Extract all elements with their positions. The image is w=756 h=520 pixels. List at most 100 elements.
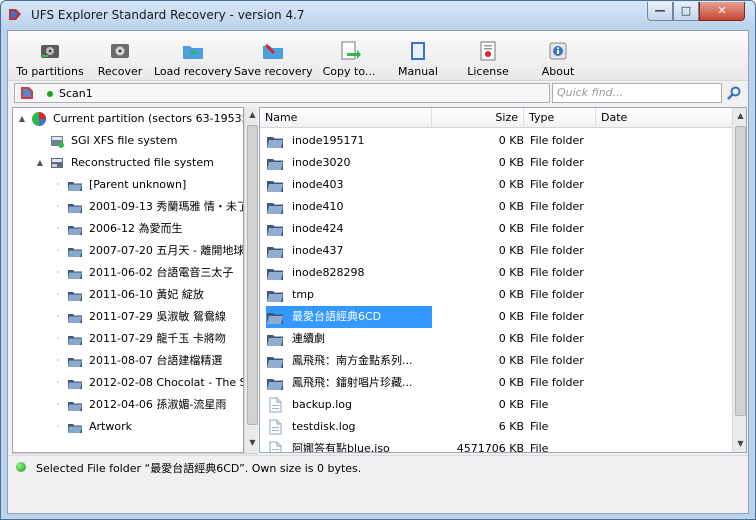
column-name[interactable]: Name bbox=[260, 108, 432, 128]
column-type[interactable]: Type bbox=[524, 108, 596, 128]
tree-item[interactable]: · 2011-07-29 龍千玉 卡將吻 bbox=[13, 328, 243, 350]
table-row[interactable]: inode437 0 KB File folder bbox=[260, 240, 732, 262]
table-row[interactable]: testdisk.log 6 KB File bbox=[260, 416, 732, 438]
row-name-cell[interactable]: inode424 bbox=[266, 218, 432, 240]
folder-icon bbox=[68, 336, 82, 345]
table-row[interactable]: inode424 0 KB File folder bbox=[260, 218, 732, 240]
row-type: File folder bbox=[530, 376, 584, 389]
tree-item[interactable]: · 2011-08-07 台語建檔精選 bbox=[13, 350, 243, 372]
manual-label: Manual bbox=[398, 65, 438, 78]
column-size[interactable]: Size bbox=[432, 108, 524, 128]
tree-vertical-scrollbar[interactable]: ▲ ▼ bbox=[244, 107, 260, 453]
list-scroll-up-arrow[interactable]: ▲ bbox=[733, 108, 746, 124]
table-row[interactable]: 鳳飛飛：鐳射唱片珍藏... 0 KB File folder bbox=[260, 372, 732, 394]
tree-connector-icon: · bbox=[56, 246, 60, 255]
tree-scroll-down-arrow[interactable]: ▼ bbox=[245, 435, 260, 451]
tree-item[interactable]: · Artwork bbox=[13, 416, 243, 438]
row-name-cell[interactable]: 阿娜答有點blue.iso bbox=[266, 438, 432, 452]
tree-expander-icon[interactable]: ▲ bbox=[17, 108, 27, 130]
row-name-cell[interactable]: backup.log bbox=[266, 394, 432, 416]
row-name: inode410 bbox=[292, 200, 344, 213]
tree-item[interactable]: · 2012-02-08 Chocolat - The Second bbox=[13, 372, 243, 394]
row-name-cell[interactable]: inode437 bbox=[266, 240, 432, 262]
copy-to-button[interactable]: Copy to... bbox=[314, 35, 384, 81]
reconstructed-fs-icon bbox=[51, 158, 63, 168]
tree-item[interactable]: · [Parent unknown] bbox=[13, 174, 243, 196]
table-row[interactable]: inode195171 0 KB File folder bbox=[260, 130, 732, 152]
list-vertical-scrollbar[interactable]: ▲ ▼ bbox=[732, 108, 746, 452]
quick-find-input[interactable]: Quick find... bbox=[552, 83, 722, 103]
table-row[interactable]: inode410 0 KB File folder bbox=[260, 196, 732, 218]
tree-item[interactable]: · 2011-07-29 吳淑敏 鴛鴦線 bbox=[13, 306, 243, 328]
folder-icon bbox=[267, 247, 283, 258]
table-row[interactable]: 鳳飛飛：南方金點系列... 0 KB File folder bbox=[260, 350, 732, 372]
tree-item[interactable]: · 2011-06-10 黃妃 綻放 bbox=[13, 284, 243, 306]
recover-drive-icon bbox=[111, 44, 129, 58]
table-row[interactable]: inode3020 0 KB File folder bbox=[260, 152, 732, 174]
row-name-cell[interactable]: 最愛台語經典6CD bbox=[266, 306, 432, 328]
title-bar[interactable]: UFS Explorer Standard Recovery - version… bbox=[1, 1, 755, 29]
table-row[interactable]: 阿娜答有點blue.iso 4571706 KB File bbox=[260, 438, 732, 452]
tree-item[interactable]: SGI XFS file system bbox=[13, 130, 243, 152]
column-date[interactable]: Date bbox=[596, 108, 732, 128]
folder-tree[interactable]: ▲ Current partition (sectors 63-195352000… bbox=[12, 107, 244, 453]
tree-item[interactable]: · 2012-04-06 孫淑媚-流星雨 bbox=[13, 394, 243, 416]
tree-item[interactable]: ▲ Current partition (sectors 63-195352000 bbox=[13, 108, 243, 130]
tree-item[interactable]: · 2007-07-20 五月天 - 離開地球表面 bbox=[13, 240, 243, 262]
table-row[interactable]: backup.log 0 KB File bbox=[260, 394, 732, 416]
list-header: Name Size Type Date bbox=[260, 108, 732, 128]
tree-item[interactable]: ▲ Reconstructed file system bbox=[13, 152, 243, 174]
tree-expander-icon[interactable]: ▲ bbox=[35, 152, 45, 174]
row-size: 0 KB bbox=[498, 288, 524, 301]
row-name-cell[interactable]: inode828298 bbox=[266, 262, 432, 284]
list-scroll-down-arrow[interactable]: ▼ bbox=[733, 436, 746, 452]
address-bar[interactable]: Scan1 bbox=[14, 83, 550, 103]
row-name-cell[interactable]: tmp bbox=[266, 284, 432, 306]
manual-button[interactable]: Manual bbox=[388, 35, 448, 81]
save-recovery-button[interactable]: Save recovery bbox=[234, 35, 313, 81]
row-name-cell[interactable]: 鳳飛飛：南方金點系列... bbox=[266, 350, 432, 372]
row-name-cell[interactable]: 鳳飛飛：鐳射唱片珍藏... bbox=[266, 372, 432, 394]
client-area: To partitions Recover Load recovery Save… bbox=[7, 30, 749, 514]
folder-icon bbox=[68, 248, 82, 257]
row-name: testdisk.log bbox=[292, 420, 356, 433]
address-path: Scan1 bbox=[59, 87, 93, 100]
row-name-cell[interactable]: testdisk.log bbox=[266, 416, 432, 438]
row-name-cell[interactable]: inode195171 bbox=[266, 130, 432, 152]
list-scroll-thumb[interactable] bbox=[735, 126, 746, 416]
license-label: License bbox=[467, 65, 509, 78]
license-button[interactable]: License bbox=[458, 35, 518, 81]
maximize-button[interactable]: □ bbox=[673, 2, 699, 21]
tree-item[interactable]: · 2001-09-13 秀蘭瑪雅 情・未了 bbox=[13, 196, 243, 218]
row-name-cell[interactable]: inode3020 bbox=[266, 152, 432, 174]
table-row[interactable]: tmp 0 KB File folder bbox=[260, 284, 732, 306]
row-name-cell[interactable]: inode410 bbox=[266, 196, 432, 218]
table-row[interactable]: inode403 0 KB File folder bbox=[260, 174, 732, 196]
folder-icon bbox=[267, 137, 283, 148]
row-name: inode195171 bbox=[292, 134, 365, 147]
tree-item[interactable]: · 2006-12 為愛而生 bbox=[13, 218, 243, 240]
tree-item-label: 2012-02-08 Chocolat - The Second bbox=[89, 376, 243, 389]
to-partitions-button[interactable]: To partitions bbox=[12, 35, 88, 81]
row-size: 0 KB bbox=[498, 244, 524, 257]
folder-icon bbox=[267, 291, 283, 302]
status-text: Selected File folder “最愛台語經典6CD”. Own si… bbox=[36, 462, 362, 475]
table-row[interactable]: inode828298 0 KB File folder bbox=[260, 262, 732, 284]
load-recovery-button[interactable]: Load recovery bbox=[154, 35, 232, 81]
row-name-cell[interactable]: inode403 bbox=[266, 174, 432, 196]
search-icon[interactable] bbox=[726, 85, 742, 101]
row-name-cell[interactable]: 連續劇 bbox=[266, 328, 432, 350]
hard-drive-icon bbox=[41, 45, 59, 58]
row-size: 0 KB bbox=[498, 156, 524, 169]
about-label: About bbox=[541, 65, 575, 78]
table-row[interactable]: 連續劇 0 KB File folder bbox=[260, 328, 732, 350]
minimize-button[interactable]: — bbox=[647, 2, 673, 21]
close-button[interactable]: ✕ bbox=[699, 2, 745, 21]
table-row[interactable]: 最愛台語經典6CD 0 KB File folder bbox=[260, 306, 732, 328]
about-button[interactable]: About bbox=[530, 35, 586, 81]
tree-item[interactable]: · 2011-06-02 台語電音三太子 bbox=[13, 262, 243, 284]
recover-button[interactable]: Recover bbox=[90, 35, 150, 81]
load-folder-icon bbox=[183, 46, 203, 59]
tree-scroll-up-arrow[interactable]: ▲ bbox=[245, 107, 260, 123]
tree-scroll-thumb[interactable] bbox=[247, 125, 258, 425]
